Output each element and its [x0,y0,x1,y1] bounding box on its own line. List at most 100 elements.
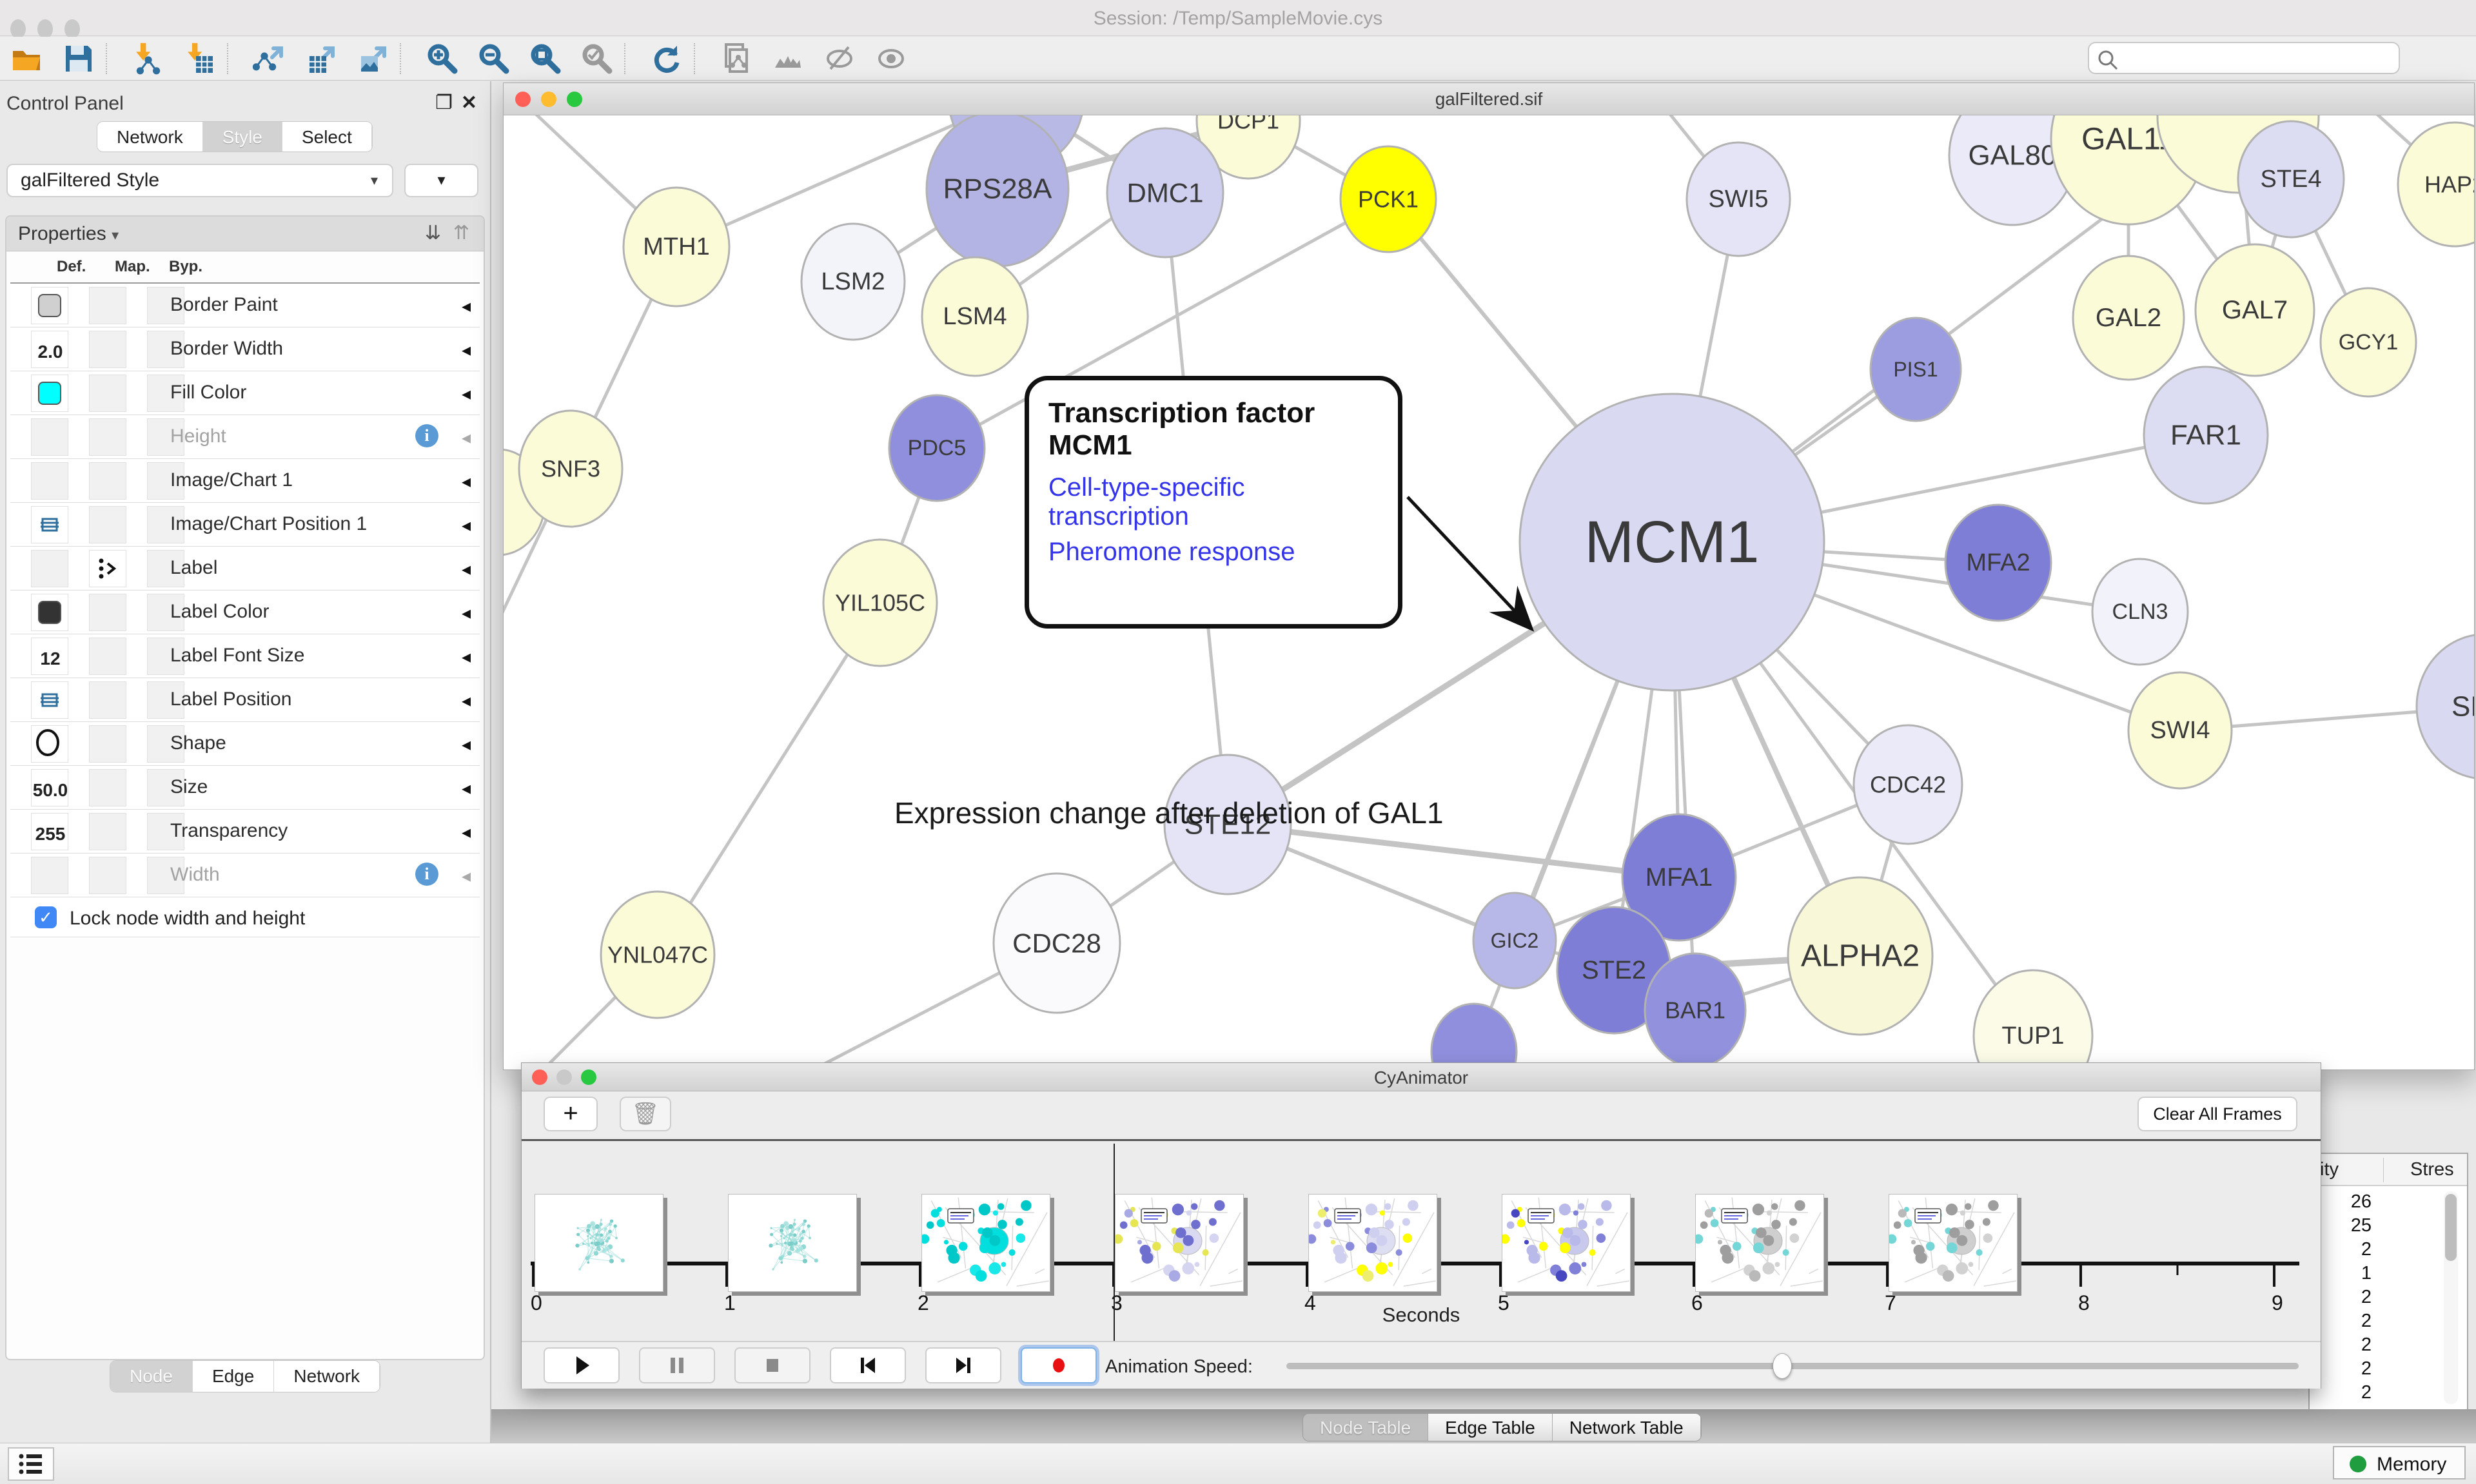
network-node-far1[interactable]: FAR1 [2144,367,2268,503]
default-value-cell[interactable]: 2.0 [31,331,68,368]
tab-select[interactable]: Select [282,122,372,151]
frame-thumbnail-6[interactable] [1695,1194,1824,1292]
default-value-cell[interactable] [31,857,68,894]
network-node-mfa2[interactable]: MFA2 [1945,505,2051,621]
network-node-pis1[interactable]: PIS1 [1871,318,1961,421]
refresh-icon[interactable] [646,41,687,77]
save-floppy-icon[interactable] [58,41,99,77]
network-node-pck1[interactable]: PCK1 [1341,146,1436,252]
frame-thumbnail-3[interactable] [1115,1194,1244,1292]
annotation-link[interactable]: Cell-type-specific transcription [1048,473,1379,531]
add-frame-button[interactable]: + [544,1097,598,1131]
expand-row-icon[interactable]: ◂ [462,734,471,755]
annotation-link[interactable]: Pheromone response [1048,538,1379,567]
slider-handle[interactable] [1773,1353,1792,1379]
expand-row-icon[interactable]: ◂ [462,427,471,448]
frame-thumbnail-7[interactable] [1889,1194,2018,1292]
network-node-gal2[interactable]: GAL2 [2073,256,2184,380]
expand-row-icon[interactable]: ◂ [462,295,471,317]
network-node-purpleb[interactable] [1431,1004,1517,1069]
default-value-cell[interactable]: 255 [31,813,68,850]
info-icon[interactable]: i [415,863,438,886]
table-column-header[interactable]: Stres [2410,1159,2454,1180]
expand-row-icon[interactable]: ◂ [462,602,471,623]
zoom-fit-icon[interactable] [525,41,566,77]
mapping-cell[interactable] [89,462,126,500]
network-node-cdc28[interactable]: CDC28 [994,874,1120,1013]
default-value-cell[interactable] [31,725,68,763]
tab-node-table[interactable]: Node Table [1303,1414,1428,1441]
network-node-swi4[interactable]: SWI4 [2128,672,2232,788]
network-node-mcm1[interactable]: MCM1 [1520,394,1824,690]
network-node-lsm2[interactable]: LSM2 [801,224,905,340]
property-row-shape[interactable]: Shape◂ [10,722,480,766]
network-node-alpha2[interactable]: ALPHA2 [1788,877,1932,1035]
close-panel-icon[interactable]: ✕ [461,92,477,114]
export-table-icon[interactable] [300,41,342,77]
property-row-size[interactable]: 50.0Size◂ [10,766,480,810]
network-node-gic2[interactable]: GIC2 [1473,893,1556,988]
mapping-cell[interactable] [89,287,126,324]
zoom-in-icon[interactable] [422,41,463,77]
expand-row-icon[interactable]: ◂ [462,471,471,492]
default-value-cell[interactable] [31,681,68,719]
network-node-cln3[interactable]: CLN3 [2092,559,2188,665]
tab-edge-table[interactable]: Edge Table [1428,1414,1553,1441]
play-button[interactable] [544,1347,620,1383]
property-row-height[interactable]: Heighti◂ [10,415,480,459]
table-scrollbar[interactable] [2444,1191,2458,1404]
style-selector-dropdown[interactable]: galFiltered Style▾ [6,164,393,197]
expand-row-icon[interactable]: ◂ [462,646,471,667]
annotation-box[interactable]: Transcription factor MCM1 Cell-type-spec… [1025,376,1402,629]
default-value-cell[interactable]: 50.0 [31,769,68,806]
default-value-cell[interactable] [31,550,68,587]
property-row-image-chart-1[interactable]: Image/Chart 1◂ [10,459,480,503]
stop-button[interactable] [734,1347,811,1383]
chevron-down-icon[interactable]: ▾ [112,227,119,243]
mapping-cell[interactable] [89,857,126,894]
frame-thumbnail-4[interactable] [1308,1194,1437,1292]
animation-speed-slider[interactable] [1286,1363,2299,1369]
property-row-label-font-size[interactable]: 12Label Font Size◂ [10,634,480,678]
collapse-all-icon[interactable]: ⇈ [453,222,469,244]
network-node-yil105c[interactable]: YIL105C [823,540,937,666]
export-network-icon[interactable] [249,41,290,77]
network-node-dmc1[interactable]: DMC1 [1107,128,1223,257]
mapping-cell[interactable] [89,638,126,675]
memory-button[interactable]: Memory [2333,1446,2466,1479]
hide-annotations-icon[interactable] [819,41,860,77]
mapping-cell[interactable] [89,594,126,631]
style-options-button[interactable]: ▾ [404,164,478,197]
network-node-ynl047c[interactable]: YNL047C [601,892,714,1018]
cyanimator-titlebar[interactable]: CyAnimator [522,1063,2321,1091]
network-node-swi5[interactable]: SWI5 [1687,142,1790,256]
search-input[interactable] [2123,46,2393,72]
expand-row-icon[interactable]: ◂ [462,865,471,886]
default-value-cell[interactable] [31,418,68,456]
tab-network-table[interactable]: Network Table [1553,1414,1701,1441]
mapping-cell[interactable] [89,550,126,587]
network-node-gal7[interactable]: GAL7 [2196,244,2314,376]
network-node-cdc42[interactable]: CDC42 [1854,725,1962,844]
zoom-selected-icon[interactable] [576,41,618,77]
tab-network[interactable]: Network [97,122,203,151]
frame-thumbnail-0[interactable] [535,1194,663,1292]
network-node-lsm4[interactable]: LSM4 [922,257,1028,376]
network-window-titlebar[interactable]: galFiltered.sif [504,83,2474,115]
property-row-label[interactable]: Label◂ [10,547,480,591]
property-row-label-color[interactable]: Label Color◂ [10,591,480,634]
frame-thumbnail-5[interactable] [1502,1194,1631,1292]
property-row-label-position[interactable]: Label Position◂ [10,678,480,722]
default-value-cell[interactable] [31,506,68,543]
expand-row-icon[interactable]: ◂ [462,339,471,360]
dev-panel-button[interactable] [8,1447,54,1481]
mapping-cell[interactable] [89,375,126,412]
frames-timeline[interactable]: 0123456789 Seconds [522,1141,2321,1341]
default-value-cell[interactable] [31,375,68,412]
mapping-cell[interactable] [89,681,126,719]
info-icon[interactable]: i [415,424,438,447]
zoom-out-icon[interactable] [473,41,515,77]
property-row-transparency[interactable]: 255Transparency◂ [10,810,480,854]
import-table-icon[interactable] [179,41,221,77]
expand-row-icon[interactable]: ◂ [462,821,471,843]
